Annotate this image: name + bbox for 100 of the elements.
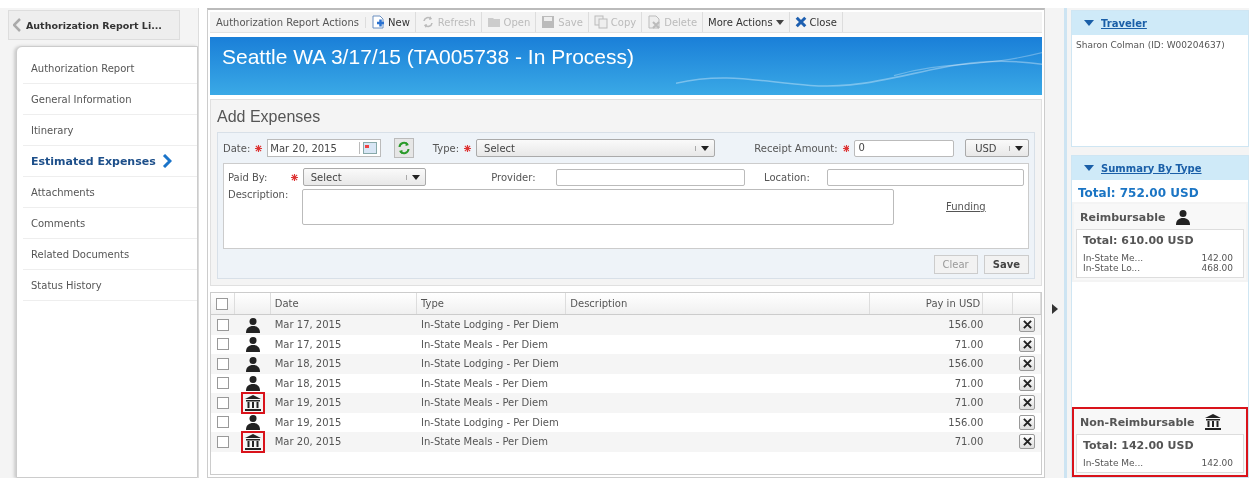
toolbar-button[interactable]: Close bbox=[789, 12, 843, 32]
close-icon bbox=[1022, 320, 1032, 330]
table-cell-text: 71.00 bbox=[953, 397, 984, 409]
group-total: Total: 610.00 USD bbox=[1083, 234, 1195, 249]
expense-amount: 468.00 bbox=[1201, 263, 1233, 273]
delete-row-button[interactable] bbox=[1019, 395, 1036, 411]
table-cell-text: Mar 19, 2015 bbox=[273, 416, 343, 428]
section-link[interactable]: Traveler bbox=[1101, 17, 1147, 29]
group-total: Total: 142.00 USD bbox=[1083, 439, 1195, 454]
refresh-button[interactable] bbox=[393, 138, 414, 158]
description-field[interactable] bbox=[302, 189, 894, 225]
row-checkbox[interactable] bbox=[216, 435, 229, 448]
delete-row-button[interactable] bbox=[1019, 414, 1036, 430]
collapse-triangle-icon[interactable] bbox=[1084, 165, 1094, 171]
field-label: Paid By: bbox=[228, 171, 269, 183]
new-document-icon bbox=[371, 15, 385, 29]
table-cell-text: 156.00 bbox=[947, 319, 984, 331]
select-all-checkbox[interactable] bbox=[216, 297, 229, 310]
close-icon bbox=[794, 16, 807, 28]
traveler-name: Sharon Colman (ID: W00204637) bbox=[1075, 39, 1226, 52]
table-cell-text: In-State Meals - Per Diem bbox=[420, 377, 549, 389]
type-dropdown[interactable]: Select bbox=[476, 139, 716, 157]
expense-amount: 142.00 bbox=[1201, 253, 1233, 263]
table-cell-text: Mar 18, 2015 bbox=[273, 377, 343, 389]
table-cell-text: In-State Lodging - Per Diem bbox=[420, 319, 560, 331]
row-checkbox[interactable] bbox=[216, 338, 229, 351]
toolbar-button[interactable]: More Actions bbox=[703, 12, 790, 32]
summary-total: Total: 752.00 USD bbox=[1077, 185, 1200, 202]
column-header: Description bbox=[566, 293, 870, 314]
chevron-left-icon bbox=[13, 18, 21, 32]
delete-row-button[interactable] bbox=[1019, 434, 1036, 450]
row-checkbox[interactable] bbox=[216, 377, 229, 390]
nav-item[interactable]: Estimated Expenses bbox=[23, 146, 197, 177]
date-field[interactable]: Mar 20, 2015 bbox=[267, 139, 381, 157]
group-title: Reimbursable bbox=[1080, 210, 1166, 224]
column-header: Pay in USD bbox=[869, 293, 984, 314]
expand-arrow-icon[interactable] bbox=[1051, 304, 1058, 314]
delete-row-button[interactable] bbox=[1019, 336, 1036, 352]
nav-item[interactable]: Authorization Report bbox=[23, 53, 197, 84]
nav-item[interactable]: Comments bbox=[23, 208, 197, 239]
table-cell-text: In-State Lodging - Per Diem bbox=[420, 358, 560, 370]
expense-type: In-State Me... bbox=[1083, 458, 1144, 468]
field-label: Date: bbox=[223, 142, 251, 154]
table-cell-text: Mar 17, 2015 bbox=[273, 338, 343, 350]
close-icon bbox=[1022, 359, 1032, 369]
table-cell-text: Mar 17, 2015 bbox=[273, 319, 343, 331]
table-cell-text: 156.00 bbox=[947, 416, 984, 428]
nav-item[interactable]: Attachments bbox=[23, 177, 197, 208]
table-cell-text: In-State Meals - Per Diem bbox=[420, 436, 549, 448]
field-label: Receipt Amount: bbox=[754, 142, 838, 154]
expense-type: In-State Me... bbox=[1083, 253, 1144, 263]
caret-icon bbox=[775, 19, 784, 25]
form-button[interactable]: Save bbox=[983, 255, 1029, 274]
copy-icon bbox=[593, 15, 608, 29]
close-icon bbox=[1022, 417, 1032, 427]
refresh-icon bbox=[396, 141, 411, 155]
folder-icon bbox=[486, 15, 501, 29]
table-cell-text: Mar 19, 2015 bbox=[273, 397, 343, 409]
column-header: Type bbox=[417, 293, 567, 314]
table-cell-text: In-State Meals - Per Diem bbox=[420, 397, 549, 409]
delete-row-button[interactable] bbox=[1019, 356, 1036, 372]
row-checkbox[interactable] bbox=[216, 396, 229, 409]
table-cell-text: In-State Meals - Per Diem bbox=[420, 338, 549, 350]
row-checkbox[interactable] bbox=[216, 357, 229, 370]
delete-row-button[interactable] bbox=[1019, 375, 1036, 391]
refresh-icon bbox=[420, 15, 435, 29]
chevron-right-icon bbox=[161, 154, 172, 168]
delete-document-icon bbox=[647, 15, 662, 29]
field-label: Description: bbox=[228, 189, 290, 200]
close-icon bbox=[1022, 339, 1032, 349]
funding-link[interactable]: Funding bbox=[946, 201, 986, 212]
nav-item[interactable]: Related Documents bbox=[23, 239, 197, 270]
group-title: Non-Reimbursable bbox=[1080, 415, 1195, 429]
provider-field[interactable] bbox=[555, 168, 746, 186]
section-title: Add Expenses bbox=[217, 107, 322, 127]
table-cell-text: 71.00 bbox=[953, 436, 984, 448]
column-header: Date bbox=[270, 293, 417, 314]
amount-field[interactable]: 0 bbox=[854, 139, 955, 157]
delete-row-button[interactable] bbox=[1019, 317, 1036, 333]
row-checkbox[interactable] bbox=[216, 416, 229, 429]
table-cell-text: Mar 20, 2015 bbox=[273, 436, 343, 448]
table-cell-text: Mar 18, 2015 bbox=[273, 358, 343, 370]
nav-item[interactable]: General Information bbox=[23, 84, 197, 115]
expense-amount: 142.00 bbox=[1201, 458, 1233, 468]
row-checkbox[interactable] bbox=[216, 318, 229, 331]
location-field[interactable] bbox=[826, 168, 1024, 186]
currency-dropdown[interactable]: USD bbox=[965, 139, 1029, 157]
nav-item[interactable]: Itinerary bbox=[23, 115, 197, 146]
table-cell-text: 71.00 bbox=[953, 338, 984, 350]
table-cell-text: 71.00 bbox=[953, 377, 984, 389]
paid-by-dropdown[interactable]: Select bbox=[302, 168, 427, 186]
calendar-icon bbox=[358, 142, 380, 154]
toolbar-button[interactable]: New bbox=[366, 12, 416, 32]
field-label: Provider: bbox=[491, 171, 537, 183]
collapse-triangle-icon[interactable] bbox=[1084, 20, 1094, 26]
table-cell-text: In-State Lodging - Per Diem bbox=[420, 416, 560, 428]
page-title: Seattle WA 3/17/15 (TA005738 - In Process) bbox=[222, 45, 635, 69]
back-button[interactable]: Authorization Report Li... bbox=[8, 10, 180, 40]
nav-item[interactable]: Status History bbox=[23, 270, 197, 301]
table-cell-text: 156.00 bbox=[947, 358, 984, 370]
